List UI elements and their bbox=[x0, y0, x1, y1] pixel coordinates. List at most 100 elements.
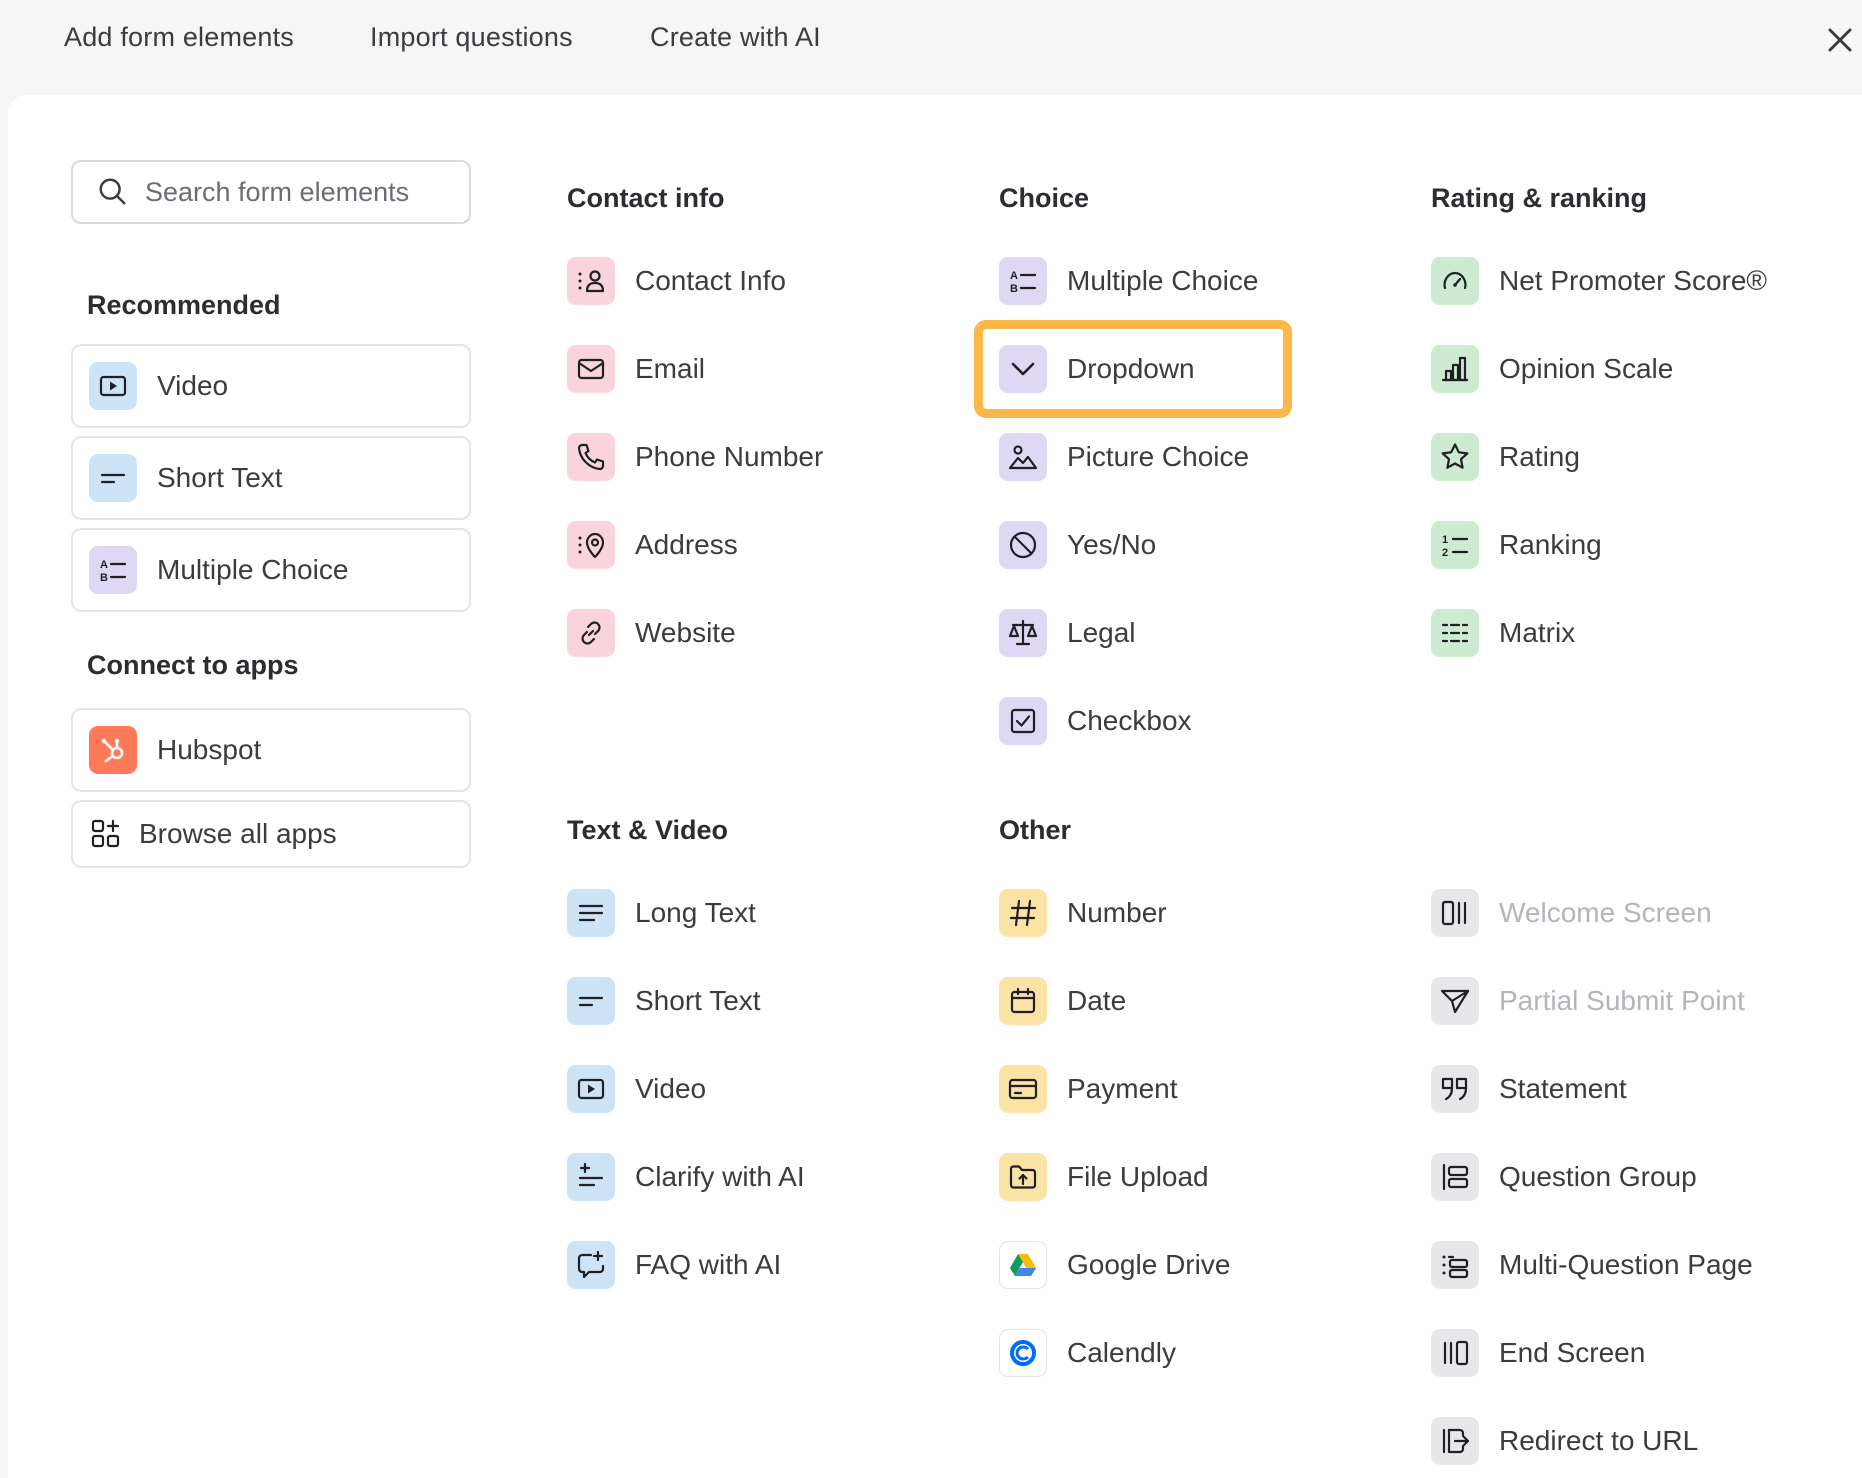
element-label: Statement bbox=[1499, 1073, 1627, 1104]
element-label: Question Group bbox=[1499, 1161, 1697, 1192]
app-item-hubspot[interactable]: Hubspot bbox=[71, 708, 471, 792]
phone-icon bbox=[567, 433, 615, 481]
element-address[interactable]: Address bbox=[567, 520, 738, 570]
element-opinion-scale[interactable]: Opinion Scale bbox=[1431, 344, 1673, 394]
element-short-text[interactable]: Short Text bbox=[567, 976, 761, 1026]
category-heading-choice: Choice bbox=[999, 183, 1090, 213]
element-label: Picture Choice bbox=[1067, 441, 1250, 472]
welcome-screen-icon bbox=[1431, 889, 1479, 937]
element-payment[interactable]: Payment bbox=[999, 1064, 1178, 1114]
element-label: Yes/No bbox=[1067, 529, 1157, 560]
chevron-down-icon bbox=[999, 345, 1047, 393]
folder-upload-icon bbox=[999, 1153, 1047, 1201]
element-date[interactable]: Date bbox=[999, 976, 1126, 1026]
send-icon bbox=[1431, 977, 1479, 1025]
svg-text:B: B bbox=[1010, 283, 1018, 295]
svg-text:1: 1 bbox=[1442, 534, 1448, 546]
tab-create-with-ai[interactable]: Create with AI bbox=[650, 22, 821, 53]
element-rating[interactable]: Rating bbox=[1431, 432, 1580, 482]
short-text-icon bbox=[89, 454, 137, 502]
element-question-group[interactable]: Question Group bbox=[1431, 1152, 1697, 1202]
gauge-icon bbox=[1431, 257, 1479, 305]
long-text-icon bbox=[567, 889, 615, 937]
svg-text:A: A bbox=[1010, 270, 1018, 282]
element-file-upload[interactable]: File Upload bbox=[999, 1152, 1209, 1202]
element-yes-no[interactable]: Yes/No bbox=[999, 520, 1156, 570]
element-multiple-choice[interactable]: AB Multiple Choice bbox=[999, 256, 1258, 306]
element-label: Dropdown bbox=[1067, 353, 1195, 384]
element-calendly[interactable]: Calendly bbox=[999, 1328, 1176, 1378]
element-picture-choice[interactable]: Picture Choice bbox=[999, 432, 1249, 482]
category-heading-contact-info: Contact info bbox=[567, 183, 725, 213]
element-checkbox[interactable]: Checkbox bbox=[999, 696, 1192, 746]
element-label: File Upload bbox=[1067, 1161, 1209, 1192]
element-statement[interactable]: Statement bbox=[1431, 1064, 1627, 1114]
element-net-promoter-score[interactable]: Net Promoter Score® bbox=[1431, 256, 1767, 306]
element-long-text[interactable]: Long Text bbox=[567, 888, 756, 938]
recommended-item-label: Multiple Choice bbox=[157, 554, 349, 585]
element-clarify-with-ai[interactable]: Clarify with AI bbox=[567, 1152, 805, 1202]
element-multi-question-page[interactable]: Multi-Question Page bbox=[1431, 1240, 1753, 1290]
element-legal[interactable]: Legal bbox=[999, 608, 1136, 658]
svg-text:2: 2 bbox=[1442, 547, 1448, 559]
tab-import-questions[interactable]: Import questions bbox=[370, 22, 573, 53]
contact-card-icon bbox=[567, 257, 615, 305]
calendly-icon bbox=[999, 1329, 1047, 1377]
picture-icon bbox=[999, 433, 1047, 481]
recommended-item-video[interactable]: Video bbox=[71, 344, 471, 428]
browse-all-apps-button[interactable]: Browse all apps bbox=[71, 800, 471, 868]
category-heading-text-video: Text & Video bbox=[567, 815, 729, 845]
redirect-icon bbox=[1431, 1417, 1479, 1465]
element-end-screen[interactable]: End Screen bbox=[1431, 1328, 1645, 1378]
svg-text:A: A bbox=[100, 559, 108, 571]
multi-question-page-icon bbox=[1431, 1241, 1479, 1289]
element-label: Rating bbox=[1499, 441, 1580, 472]
tab-add-form-elements[interactable]: Add form elements bbox=[64, 22, 294, 53]
element-contact-info[interactable]: Contact Info bbox=[567, 256, 786, 306]
element-dropdown[interactable]: Dropdown bbox=[999, 344, 1195, 394]
element-label: Short Text bbox=[635, 985, 761, 1016]
category-heading-rating-ranking: Rating & ranking bbox=[1431, 183, 1648, 213]
element-label: Clarify with AI bbox=[635, 1161, 805, 1192]
element-matrix[interactable]: Matrix bbox=[1431, 608, 1575, 658]
yes-no-icon bbox=[999, 521, 1047, 569]
element-label: Calendly bbox=[1067, 1337, 1176, 1368]
element-label: Welcome Screen bbox=[1499, 897, 1712, 928]
element-faq-with-ai[interactable]: FAQ with AI bbox=[567, 1240, 781, 1290]
search-box[interactable] bbox=[71, 160, 471, 224]
multiple-choice-icon: AB bbox=[89, 546, 137, 594]
hubspot-icon bbox=[89, 726, 137, 774]
recommended-item-multiple-choice[interactable]: AB Multiple Choice bbox=[71, 528, 471, 612]
checkbox-icon bbox=[999, 697, 1047, 745]
scales-icon bbox=[999, 609, 1047, 657]
element-partial-submit-point[interactable]: Partial Submit Point bbox=[1431, 976, 1745, 1026]
element-label: Payment bbox=[1067, 1073, 1178, 1104]
element-redirect-to-url[interactable]: Redirect to URL bbox=[1431, 1416, 1698, 1466]
bar-chart-icon bbox=[1431, 345, 1479, 393]
question-group-icon bbox=[1431, 1153, 1479, 1201]
element-label: Ranking bbox=[1499, 529, 1602, 560]
grid-plus-icon bbox=[89, 817, 123, 851]
element-number[interactable]: Number bbox=[999, 888, 1167, 938]
video-icon bbox=[567, 1065, 615, 1113]
close-button[interactable] bbox=[1822, 22, 1858, 58]
svg-text:B: B bbox=[100, 572, 108, 584]
element-ranking[interactable]: 12 Ranking bbox=[1431, 520, 1602, 570]
element-phone-number[interactable]: Phone Number bbox=[567, 432, 823, 482]
ranking-icon: 12 bbox=[1431, 521, 1479, 569]
element-video[interactable]: Video bbox=[567, 1064, 706, 1114]
element-welcome-screen[interactable]: Welcome Screen bbox=[1431, 888, 1712, 938]
location-pin-icon bbox=[567, 521, 615, 569]
star-icon bbox=[1431, 433, 1479, 481]
element-label: Partial Submit Point bbox=[1499, 985, 1745, 1016]
element-website[interactable]: Website bbox=[567, 608, 736, 658]
element-label: Long Text bbox=[635, 897, 756, 928]
element-google-drive[interactable]: Google Drive bbox=[999, 1240, 1230, 1290]
search-input[interactable] bbox=[145, 176, 455, 208]
element-label: Opinion Scale bbox=[1499, 353, 1674, 384]
top-tab-bar: Add form elements Import questions Creat… bbox=[0, 0, 1862, 95]
element-label: Website bbox=[635, 617, 736, 648]
recommended-item-short-text[interactable]: Short Text bbox=[71, 436, 471, 520]
google-drive-icon bbox=[999, 1241, 1047, 1289]
element-email[interactable]: Email bbox=[567, 344, 705, 394]
